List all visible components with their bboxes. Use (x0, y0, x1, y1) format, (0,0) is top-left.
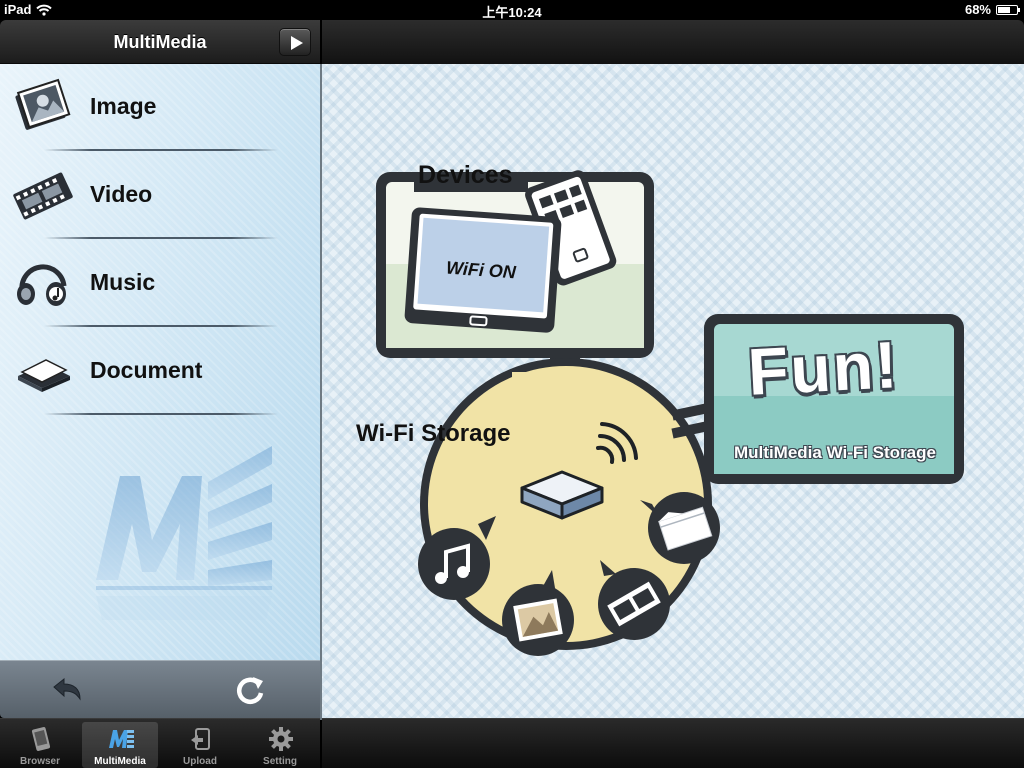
music-icon (17, 264, 67, 306)
menu-item-music[interactable]: Music (0, 240, 320, 328)
left-nav-bar: MultiMedia (0, 20, 320, 64)
play-button[interactable] (279, 28, 311, 56)
menu-item-document[interactable]: Document (0, 328, 320, 416)
tab-setting[interactable]: Setting (242, 722, 318, 768)
menu-item-image[interactable]: Image (0, 64, 320, 152)
battery-icon (996, 4, 1020, 15)
refresh-icon[interactable] (234, 675, 268, 705)
tab-browser[interactable]: Browser (2, 722, 78, 768)
left-toolbar (0, 660, 320, 718)
tab-label-multimedia: MultiMedia (94, 756, 146, 767)
right-bottom-bar (322, 718, 1024, 768)
fun-caption: MultiMedia Wi-Fi Storage (734, 443, 936, 462)
menu-divider (44, 149, 278, 151)
right-nav-bar (322, 20, 1024, 64)
tab-label-setting: Setting (263, 756, 297, 767)
video-icon (13, 172, 73, 220)
tab-multimedia[interactable]: MultiMedia (82, 722, 158, 768)
browser-icon (31, 727, 51, 751)
play-icon (291, 36, 303, 50)
tab-bar: Browser MultiMedia Upload Setting (0, 718, 320, 768)
image-icon (15, 78, 71, 130)
tab-label-upload: Upload (183, 756, 217, 767)
menu-label-video: Video (90, 181, 153, 207)
multimedia-icon (109, 730, 134, 748)
upload-icon (191, 728, 210, 750)
battery-level (998, 6, 1010, 13)
battery-percent: 68% (964, 2, 991, 17)
welcome-illustration: Devices WiFi ON Wi-Fi Storage Fun! Multi… (322, 64, 1024, 718)
devices-label: Devices (418, 161, 513, 189)
category-pane: Image Video Music Document (0, 64, 320, 660)
tab-upload[interactable]: Upload (162, 722, 238, 768)
menu-divider (44, 237, 278, 239)
status-time: 上午10:24 (482, 5, 542, 20)
menu-label-document: Document (90, 357, 203, 383)
gear-icon (269, 727, 293, 751)
document-icon (18, 359, 70, 392)
menu-divider (44, 413, 278, 415)
menu-label-image: Image (90, 93, 157, 119)
back-arrow-icon[interactable] (50, 675, 84, 705)
storage-label: Wi-Fi Storage (356, 420, 511, 447)
menu-item-video[interactable]: Video (0, 152, 320, 240)
app-watermark-logo (96, 446, 272, 620)
status-bar: iPad 上午10:24 68% (0, 0, 1024, 20)
menu-divider (44, 325, 278, 327)
fun-text: Fun! (746, 327, 901, 409)
menu-label-music: Music (90, 269, 156, 295)
nav-title: MultiMedia (113, 32, 207, 52)
tab-label-browser: Browser (19, 756, 60, 767)
